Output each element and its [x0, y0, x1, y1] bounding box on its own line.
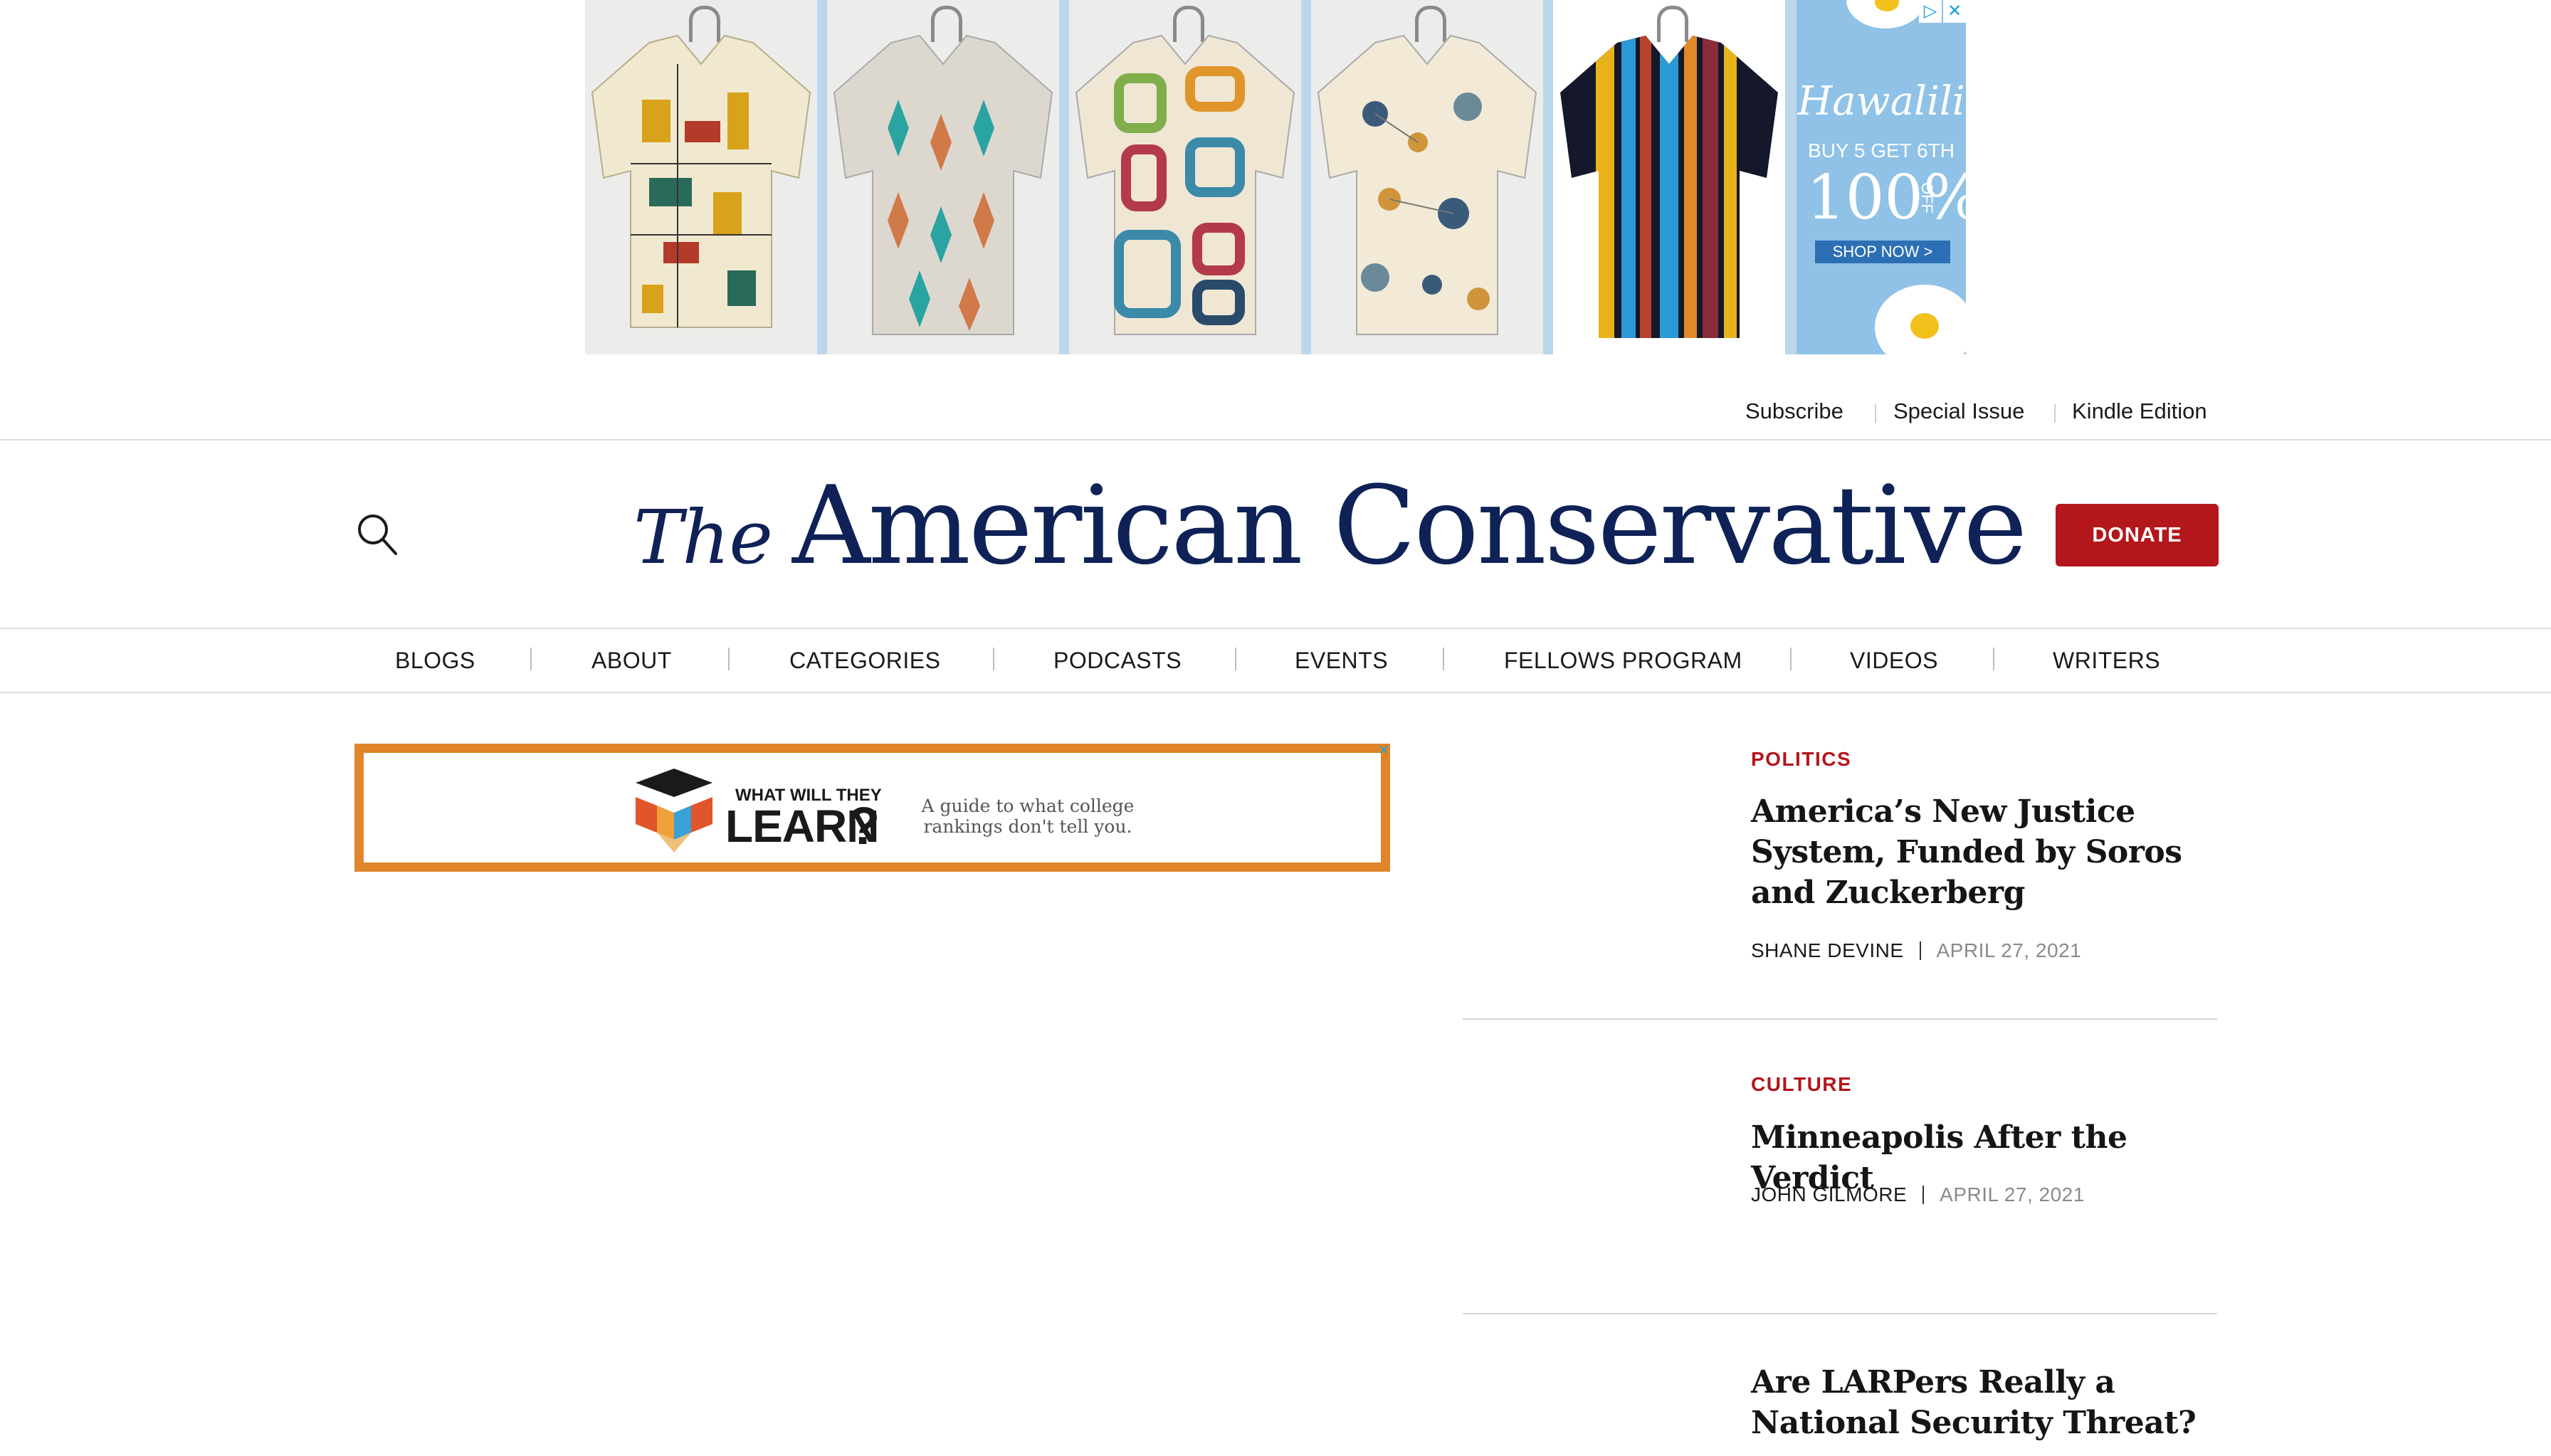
article-title[interactable]: America’s New Justice System, Funded by …: [1751, 791, 2235, 913]
nav-top-divider: [0, 628, 2551, 629]
nav-blogs[interactable]: BLOGS: [395, 648, 475, 674]
nav-bottom-divider: [0, 692, 2551, 693]
nav-divider: [1443, 648, 1444, 670]
byline-divider: [1923, 1186, 1925, 1204]
ad-question-mark: ?: [848, 796, 880, 855]
shirt-graphic: [1560, 36, 1778, 338]
nav-divider: [1790, 648, 1792, 670]
article-category[interactable]: CULTURE: [1751, 1073, 1852, 1096]
shirt-graphic: [1317, 34, 1537, 335]
nav-about[interactable]: ABOUT: [591, 648, 672, 674]
article-divider: [1463, 1018, 2217, 1020]
nav-events[interactable]: EVENTS: [1295, 648, 1388, 674]
article-divider: [1463, 1313, 2217, 1314]
utility-divider: [2054, 404, 2056, 423]
shirt-graphic: [591, 34, 811, 328]
ad-off-label: OFF: [1918, 182, 1936, 213]
nav-divider: [728, 648, 730, 670]
ad-shirt-image[interactable]: [1311, 0, 1543, 354]
logo-name: American Conservative: [791, 463, 2027, 589]
close-icon[interactable]: ✕: [1377, 744, 1390, 756]
ad-shirt-image[interactable]: [1069, 0, 1301, 354]
ad-shirt-image[interactable]: [1553, 0, 1785, 354]
article-byline: JOHN GILMORE APRIL 27, 2021: [1751, 1183, 2085, 1206]
article-date: APRIL 27, 2021: [1936, 939, 2082, 961]
ad-tagline: A guide to what college rankings don't t…: [921, 796, 1135, 837]
shirt-graphic: [1075, 34, 1295, 335]
special-issue-link[interactable]: Special Issue: [1893, 399, 2024, 424]
adchoices-icon[interactable]: ▷: [1919, 0, 1942, 23]
subscribe-link[interactable]: Subscribe: [1745, 399, 1843, 424]
nav-writers[interactable]: WRITERS: [2053, 648, 2160, 674]
ad-shop-now-button[interactable]: SHOP NOW >: [1815, 241, 1950, 263]
nav-divider: [530, 648, 532, 670]
close-icon[interactable]: ✕: [1943, 0, 1966, 23]
kindle-edition-link[interactable]: Kindle Edition: [2072, 399, 2207, 424]
search-icon[interactable]: [356, 512, 399, 558]
ad-offer-text: BUY 5 GET 6TH: [1808, 139, 1955, 162]
ad-brand: Hawalili: [1797, 78, 1965, 125]
nav-videos[interactable]: VIDEOS: [1850, 648, 1938, 674]
logo-the: The: [633, 494, 773, 581]
nav-divider: [1993, 648, 1994, 670]
nav-fellows-program[interactable]: FELLOWS PROGRAM: [1504, 648, 1742, 674]
article-title[interactable]: Are LARPers Really a National Security T…: [1751, 1362, 2235, 1443]
article-date: APRIL 27, 2021: [1940, 1183, 2085, 1206]
nav-divider: [1235, 648, 1236, 670]
article-author[interactable]: JOHN GILMORE: [1751, 1183, 1907, 1206]
ad-promo-panel[interactable]: Hawalili BUY 5 GET 6TH 100% OFF SHOP NOW…: [1797, 0, 1966, 354]
article-category[interactable]: POLITICS: [1751, 748, 1851, 771]
header-divider: [0, 439, 2551, 441]
daisy-graphic: [1910, 313, 1939, 339]
byline-divider: [1919, 941, 1921, 960]
ad-discount: 100%: [1806, 162, 1966, 233]
nav-divider: [993, 648, 994, 670]
donate-button[interactable]: DONATE: [2056, 504, 2219, 566]
mortarboard-logo-icon: [628, 769, 720, 853]
ad-shirt-image[interactable]: [827, 0, 1059, 354]
site-logo[interactable]: The American Conservative: [633, 463, 2027, 589]
article-author[interactable]: SHANE DEVINE: [1751, 939, 1904, 961]
nav-categories[interactable]: CATEGORIES: [789, 648, 940, 674]
ad-shirt-image[interactable]: [585, 0, 817, 354]
article-byline: SHANE DEVINE APRIL 27, 2021: [1751, 939, 2081, 962]
shirt-graphic: [833, 34, 1053, 335]
inline-ad[interactable]: WHAT WILL THEY LEARN ? A guide to what c…: [354, 744, 1390, 872]
utility-divider: [1875, 404, 1876, 423]
nav-podcasts[interactable]: PODCASTS: [1053, 648, 1182, 674]
top-banner-ad[interactable]: Hawalili BUY 5 GET 6TH 100% OFF SHOP NOW…: [585, 0, 1966, 354]
